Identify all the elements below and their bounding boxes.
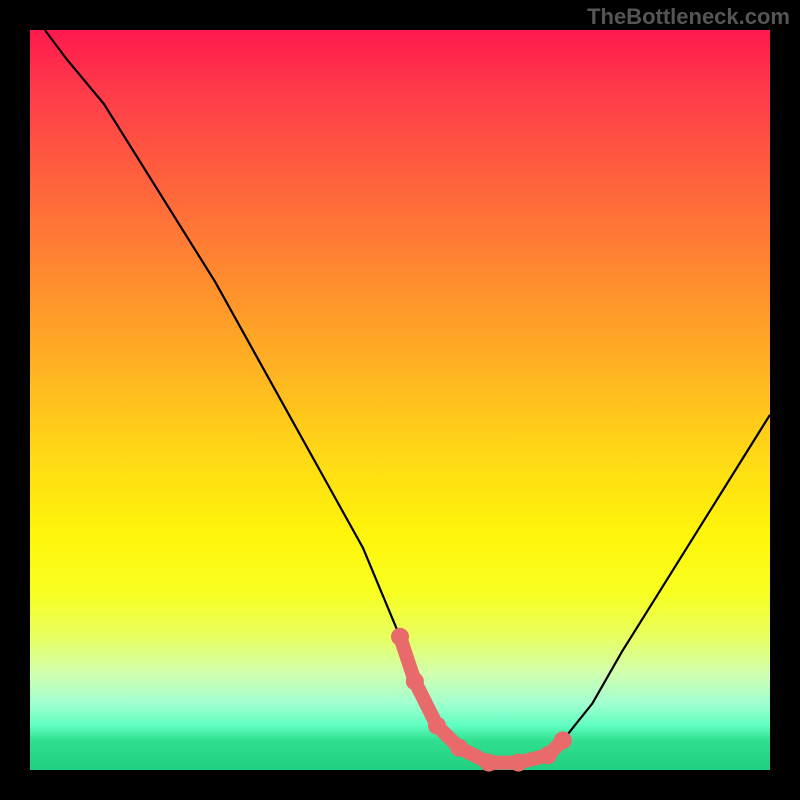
optimal-range-highlight <box>400 637 563 763</box>
highlight-dot <box>391 628 409 646</box>
highlight-dot <box>539 746 557 764</box>
watermark-text: TheBottleneck.com <box>587 4 790 30</box>
highlight-dot <box>509 754 527 772</box>
chart-svg <box>30 30 770 770</box>
highlight-dot <box>406 672 424 690</box>
highlight-dot <box>450 739 468 757</box>
highlight-dot <box>480 754 498 772</box>
highlight-dot <box>428 717 446 735</box>
highlight-dot <box>554 731 572 749</box>
chart-background <box>30 30 770 770</box>
